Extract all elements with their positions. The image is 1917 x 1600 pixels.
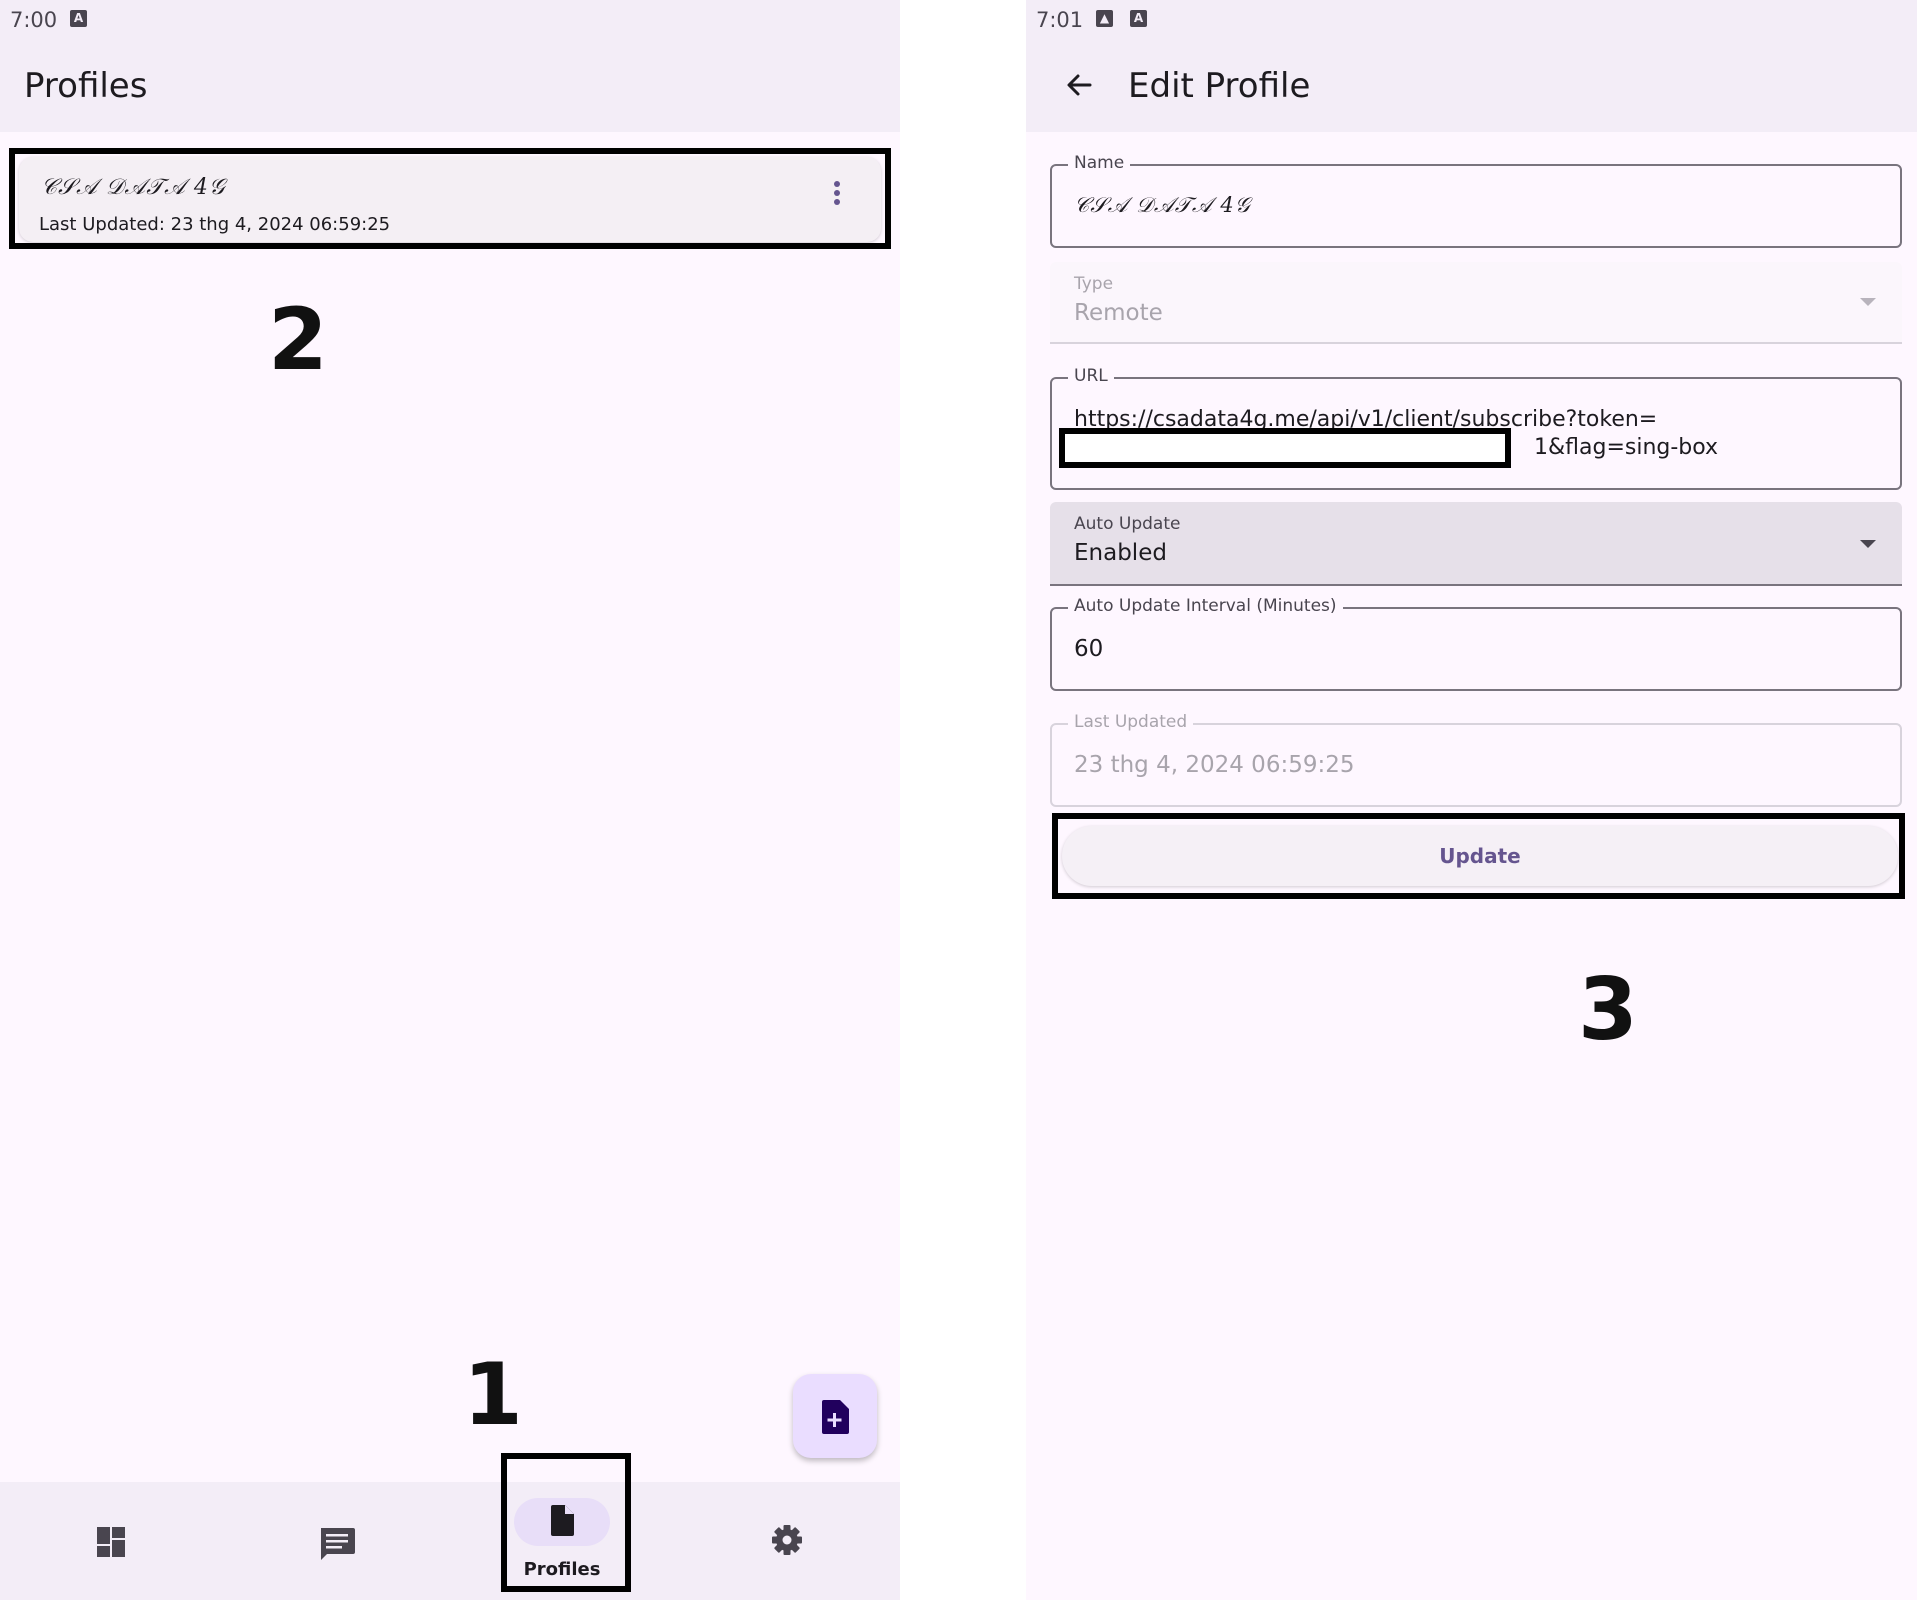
- auto-update-label: Auto Update: [1074, 514, 1181, 534]
- interval-value: 60: [1074, 636, 1104, 662]
- nav-dashboard[interactable]: [40, 1482, 200, 1600]
- annotation-box-1: [501, 1453, 631, 1592]
- accessibility-icon: A: [1130, 10, 1147, 27]
- auto-update-dropdown[interactable]: Auto Update Enabled: [1050, 502, 1902, 586]
- last-updated-label: Last Updated: [1068, 712, 1194, 732]
- dropdown-arrow-icon: [1860, 540, 1876, 548]
- bottom-navigation: Profiles: [0, 1482, 900, 1600]
- status-bar: 7:01 ▲ A: [1026, 0, 1917, 38]
- message-icon: [321, 1528, 355, 1560]
- annotation-number-1: 1: [463, 1345, 523, 1445]
- page-title: Edit Profile: [1128, 66, 1311, 106]
- profiles-screen: 7:00 A Profiles 𝒞𝒮𝒜 𝒟𝒜𝒯𝒜 4𝒢 Last Updated…: [0, 0, 900, 1600]
- last-updated-value: 23 thg 4, 2024 06:59:25: [1074, 752, 1355, 778]
- name-field[interactable]: Name 𝒞𝒮𝒜 𝒟𝒜𝒯𝒜 4𝒢: [1050, 153, 1902, 248]
- url-label: URL: [1068, 366, 1114, 386]
- type-value: Remote: [1074, 300, 1163, 326]
- url-line-2: 1&flag=sing-box: [1534, 435, 1719, 460]
- status-bar: 7:00 A: [0, 0, 900, 38]
- annotation-number-3: 3: [1578, 960, 1638, 1060]
- status-time: 7:01: [1036, 8, 1084, 32]
- status-time: 7:00: [10, 8, 58, 32]
- add-profile-button[interactable]: [793, 1374, 877, 1458]
- name-value: 𝒞𝒮𝒜 𝒟𝒜𝒯𝒜 4𝒢: [1074, 193, 1251, 217]
- auto-update-value: Enabled: [1074, 540, 1167, 566]
- last-updated-field: Last Updated 23 thg 4, 2024 06:59:25: [1050, 712, 1902, 807]
- type-dropdown: Type Remote: [1050, 262, 1902, 344]
- accessibility-icon: A: [70, 10, 87, 27]
- type-label: Type: [1074, 274, 1114, 294]
- add-file-icon: [822, 1400, 849, 1434]
- annotation-box-3: [1052, 813, 1905, 899]
- annotation-box-2: [9, 148, 891, 249]
- settings-gear-icon: [772, 1525, 802, 1555]
- nav-messages[interactable]: [265, 1482, 425, 1600]
- interval-label: Auto Update Interval (Minutes): [1068, 596, 1343, 616]
- arrow-back-icon[interactable]: [1060, 65, 1100, 105]
- top-app-bar: Edit Profile: [1026, 38, 1917, 132]
- edit-profile-screen: 7:01 ▲ A Edit Profile Name 𝒞𝒮𝒜 𝒟𝒜𝒯𝒜 4𝒢 T…: [1026, 0, 1917, 1600]
- image-icon: ▲: [1096, 10, 1113, 27]
- top-app-bar: Profiles: [0, 38, 900, 132]
- dashboard-icon: [97, 1527, 125, 1557]
- name-label: Name: [1068, 153, 1131, 173]
- page-title: Profiles: [24, 66, 148, 106]
- redaction-box: [1059, 428, 1511, 468]
- interval-field[interactable]: Auto Update Interval (Minutes) 60: [1050, 596, 1902, 691]
- nav-settings[interactable]: [715, 1482, 875, 1600]
- annotation-number-2: 2: [268, 290, 328, 390]
- dropdown-arrow-icon: [1860, 298, 1876, 306]
